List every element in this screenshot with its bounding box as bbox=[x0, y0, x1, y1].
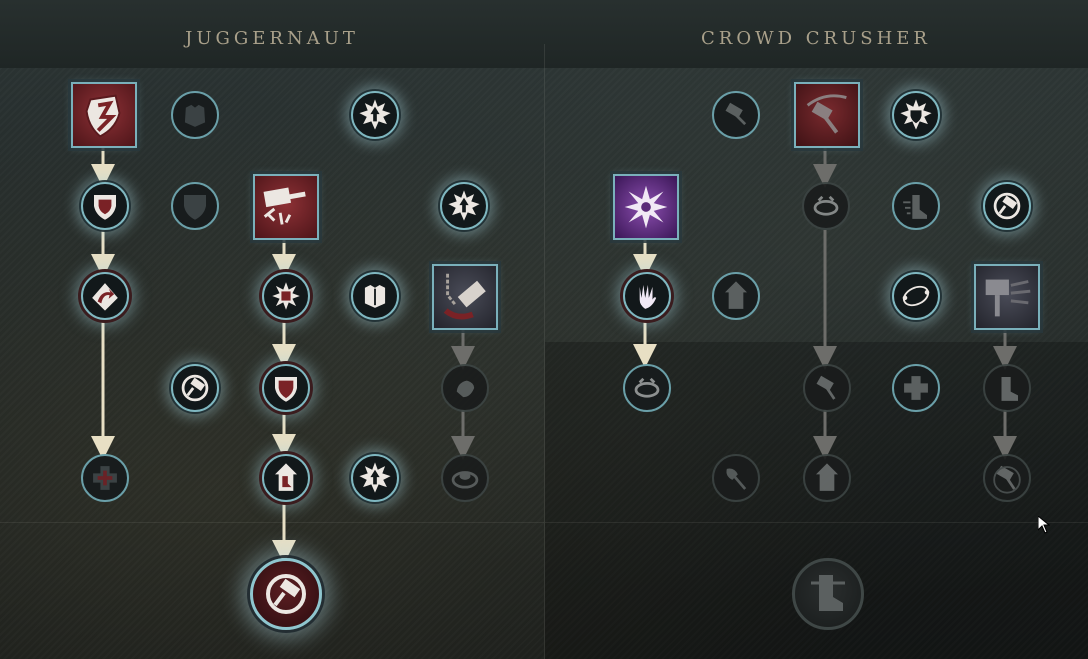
broken-shield-icon bbox=[85, 94, 121, 138]
crowd-crusher-skill-cross[interactable] bbox=[892, 364, 940, 412]
juggernaut-skill-armor[interactable] bbox=[171, 91, 219, 139]
crowd-crusher-skill-shatter[interactable] bbox=[613, 174, 679, 240]
juggernaut-skill-hammer-spin[interactable] bbox=[171, 364, 219, 412]
crowd-crusher-skill-boot-up-2[interactable] bbox=[803, 454, 851, 502]
crowd-crusher-skill-hammer-throw[interactable] bbox=[794, 82, 860, 148]
crowd-crusher-skill-shackle-2[interactable] bbox=[623, 364, 671, 412]
hammer-hit-icon bbox=[993, 465, 1021, 494]
burst-up-arrow-icon bbox=[359, 462, 391, 493]
fist-icon bbox=[456, 380, 475, 398]
boot-stomp-icon bbox=[1001, 377, 1018, 401]
hammer-throw-icon bbox=[806, 94, 847, 134]
burst-up-arrow-icon bbox=[359, 99, 391, 130]
boot-up-icon bbox=[816, 463, 838, 491]
shield-arrows-icon bbox=[92, 283, 118, 311]
juggernaut-skill-boot-up[interactable] bbox=[262, 454, 310, 502]
crowd-crusher-skill-hammer-ring[interactable] bbox=[983, 182, 1031, 230]
crowd-crusher-skill-hammer-swing[interactable] bbox=[712, 91, 760, 139]
juggernaut-skill-cross[interactable] bbox=[81, 454, 129, 502]
boot-up-icon bbox=[725, 281, 747, 309]
grab-hand-icon bbox=[639, 285, 657, 309]
juggernaut-skill-hammer-strike[interactable] bbox=[253, 174, 319, 240]
crowd-crusher-skill-axe[interactable] bbox=[712, 454, 760, 502]
hammer-quake-icon bbox=[985, 279, 1031, 317]
crowd-crusher-skill-boot-stomp[interactable] bbox=[983, 364, 1031, 412]
crowd-crusher-skill-hammer-hit[interactable] bbox=[803, 364, 851, 412]
crowd-crusher-ultimate-skill[interactable] bbox=[792, 558, 864, 630]
crowd-crusher-skill-boot-speed[interactable] bbox=[892, 182, 940, 230]
juggernaut-skill-hammer-chain[interactable] bbox=[432, 264, 498, 330]
juggernaut-skill-burst-up-3[interactable] bbox=[351, 454, 399, 502]
juggernaut-skill-burst-up-2[interactable] bbox=[440, 182, 488, 230]
cross-heal-icon bbox=[93, 466, 117, 490]
hammer-strike-icon bbox=[263, 187, 306, 225]
spiky-burst-icon bbox=[272, 282, 300, 310]
boot-stomp-icon bbox=[811, 575, 845, 611]
shatter-icon bbox=[624, 185, 668, 229]
juggernaut-skill-shield-swap[interactable] bbox=[81, 272, 129, 320]
crowd-crusher-skill-shield-burst[interactable] bbox=[892, 91, 940, 139]
axe-icon bbox=[726, 468, 747, 490]
shield-icon bbox=[275, 377, 297, 402]
shackle-icon bbox=[813, 195, 839, 216]
shield-icon bbox=[184, 195, 206, 220]
hammer-spin-icon bbox=[181, 374, 209, 402]
breastplate-icon bbox=[364, 285, 386, 308]
mouse-cursor-icon bbox=[1038, 516, 1050, 534]
skill-tree-screen: JUGGERNAUT CROWD CRUSHER bbox=[0, 0, 1088, 659]
juggernaut-skill-broken-shield[interactable] bbox=[71, 82, 137, 148]
burst-up-arrow-icon bbox=[448, 190, 480, 221]
orbit-icon bbox=[902, 285, 930, 307]
crowd-crusher-skill-grab-hand[interactable] bbox=[623, 272, 671, 320]
juggernaut-skill-shield-heart[interactable] bbox=[81, 182, 129, 230]
hammer-chain-icon bbox=[443, 273, 486, 320]
crowd-crusher-skill-hammer-hit-2[interactable] bbox=[983, 454, 1031, 502]
boot-speed-icon bbox=[903, 195, 927, 219]
shackle-icon bbox=[634, 377, 660, 398]
crowd-crusher-skill-boot-up[interactable] bbox=[712, 272, 760, 320]
boot-up-icon bbox=[275, 463, 297, 491]
cross-heal-icon bbox=[904, 376, 928, 400]
crowd-crusher-skill-shackle[interactable] bbox=[802, 182, 850, 230]
shield-heart-icon bbox=[94, 195, 116, 220]
juggernaut-ultimate-skill[interactable] bbox=[250, 558, 322, 630]
hammer-hit-icon bbox=[816, 375, 836, 400]
swirl-icon bbox=[451, 471, 479, 489]
juggernaut-skill-red-shield[interactable] bbox=[262, 364, 310, 412]
armor-icon bbox=[184, 104, 206, 127]
shield-burst-icon bbox=[900, 99, 932, 130]
juggernaut-skill-burst-up[interactable] bbox=[351, 91, 399, 139]
juggernaut-skill-swirl[interactable] bbox=[441, 454, 489, 502]
juggernaut-skill-fist[interactable] bbox=[441, 364, 489, 412]
hammer-spin-icon bbox=[993, 192, 1021, 220]
juggernaut-skill-breastplate[interactable] bbox=[351, 272, 399, 320]
hammer-swing-icon bbox=[725, 102, 747, 126]
crowd-crusher-skill-orbit[interactable] bbox=[892, 272, 940, 320]
juggernaut-skill-dark-shield[interactable] bbox=[171, 182, 219, 230]
crowd-crusher-skill-hammer-quake[interactable] bbox=[974, 264, 1040, 330]
juggernaut-skill-spiky-burst[interactable] bbox=[262, 272, 310, 320]
hammer-spin-icon bbox=[266, 574, 306, 614]
